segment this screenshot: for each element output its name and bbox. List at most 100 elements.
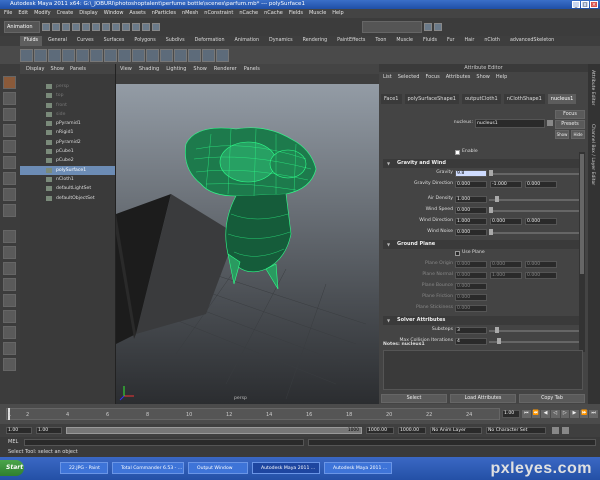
layout-render-icon[interactable] bbox=[3, 342, 16, 355]
wind-noise-field[interactable]: 0.000 bbox=[455, 229, 487, 236]
goto-output-icon[interactable] bbox=[547, 120, 553, 126]
shelf-tab-painteffects[interactable]: PaintEffects bbox=[333, 36, 369, 46]
ae-menu-selected[interactable]: Selected bbox=[398, 72, 420, 82]
side-tab-attribute-editor[interactable]: Attribute Editor bbox=[590, 70, 595, 105]
go-to-start-icon[interactable]: ⏮ bbox=[522, 410, 531, 418]
notes-textarea[interactable] bbox=[383, 350, 583, 390]
menu-nconstraint[interactable]: nConstraint bbox=[204, 9, 233, 18]
render-icon[interactable] bbox=[132, 23, 140, 31]
wind-direction-x-field[interactable]: 1.000 bbox=[455, 218, 487, 225]
animation-start-field[interactable]: 1.00 bbox=[6, 427, 32, 434]
wind-direction-y-field[interactable]: 0.000 bbox=[490, 218, 522, 225]
shelf-fluid-icon-9[interactable] bbox=[132, 48, 145, 62]
start-button[interactable]: Start bbox=[0, 460, 24, 476]
menu-modify[interactable]: Modify bbox=[34, 9, 51, 18]
viewport-panel[interactable]: View Shading Lighting Show Renderer Pane… bbox=[116, 64, 379, 404]
shelf-fluid-icon-2[interactable] bbox=[34, 48, 47, 62]
shelf-tab-dynamics[interactable]: Dynamics bbox=[265, 36, 297, 46]
shelf-fluid-icon-11[interactable] bbox=[160, 48, 173, 62]
menu-display[interactable]: Display bbox=[79, 9, 97, 18]
shelf-tab-polygons[interactable]: Polygons bbox=[130, 36, 159, 46]
viewport-menu-panels[interactable]: Panels bbox=[244, 64, 260, 74]
character-set-dropdown[interactable]: No Character Set bbox=[486, 427, 546, 434]
shelf-fluid-icon-5[interactable] bbox=[76, 48, 89, 62]
layout-custom-icon[interactable] bbox=[3, 358, 16, 371]
move-tool-icon[interactable] bbox=[3, 124, 16, 137]
shelf-tab-deformation[interactable]: Deformation bbox=[191, 36, 229, 46]
shelf-fluid-icon-8[interactable] bbox=[118, 48, 131, 62]
step-forward-icon[interactable]: ▶ bbox=[570, 410, 579, 418]
taskbar-item-maya-2[interactable]: Autodesk Maya 2011 ... bbox=[324, 462, 392, 474]
shelf-fluid-icon-10[interactable] bbox=[146, 48, 159, 62]
shelf-fluid-icon-12[interactable] bbox=[174, 48, 187, 62]
play-backward-icon[interactable]: ◁ bbox=[550, 410, 560, 418]
playback-end-field[interactable]: 1000.00 bbox=[366, 427, 394, 434]
show-button[interactable]: Show bbox=[555, 130, 569, 139]
plane-origin-x-field[interactable]: 0.000 bbox=[455, 261, 487, 268]
menu-ncache-2[interactable]: nCache bbox=[264, 9, 283, 18]
ae-tab-nclothshape1[interactable]: nClothShape1 bbox=[503, 94, 545, 104]
attribute-editor-scroll-thumb[interactable] bbox=[580, 154, 584, 274]
air-density-field[interactable]: 1.000 bbox=[455, 196, 487, 203]
plane-origin-z-field[interactable]: 0.000 bbox=[525, 261, 557, 268]
range-slider-bar[interactable]: 1000 bbox=[66, 427, 362, 434]
outliner-menu-display[interactable]: Display bbox=[26, 64, 44, 74]
shelf-fluid-icon-7[interactable] bbox=[104, 48, 117, 62]
ae-tab-polysurfaceshape1[interactable]: polySurfaceShape1 bbox=[404, 94, 459, 104]
ae-menu-help[interactable]: Help bbox=[496, 72, 507, 82]
plane-normal-z-field[interactable]: 0.000 bbox=[525, 272, 557, 279]
viewport-menu-show[interactable]: Show bbox=[193, 64, 207, 74]
show-manipulator-icon[interactable] bbox=[3, 204, 16, 217]
menu-edit[interactable]: Edit bbox=[18, 9, 28, 18]
plane-normal-y-field[interactable]: 1.000 bbox=[490, 272, 522, 279]
select-by-component-icon[interactable] bbox=[92, 23, 100, 31]
open-scene-icon[interactable] bbox=[52, 23, 60, 31]
outliner-item[interactable]: defaultObjectSet bbox=[20, 194, 115, 203]
plane-stickiness-field[interactable]: 0.000 bbox=[455, 305, 487, 312]
maximize-button[interactable]: □ bbox=[581, 1, 589, 8]
wind-noise-slider-knob[interactable] bbox=[489, 229, 493, 235]
command-input[interactable] bbox=[24, 439, 304, 446]
channel-box-toggle-icon[interactable] bbox=[424, 23, 432, 31]
paint-select-tool-icon[interactable] bbox=[3, 108, 16, 121]
shelf-tab-hair[interactable]: Hair bbox=[461, 36, 479, 46]
outliner-item[interactable]: defaultLightSet bbox=[20, 184, 115, 193]
shelf-tab-advancedskeleton[interactable]: advancedSkeleton bbox=[506, 36, 558, 46]
menu-fields[interactable]: Fields bbox=[289, 9, 303, 18]
ground-plane-section[interactable]: Ground Plane bbox=[383, 240, 579, 249]
snap-point-icon[interactable] bbox=[122, 23, 130, 31]
ipr-render-icon[interactable] bbox=[142, 23, 150, 31]
taskbar-item-total-commander[interactable]: Total Commander 6.53 - ... bbox=[112, 462, 184, 474]
copy-tab-button[interactable]: Copy Tab bbox=[519, 394, 585, 403]
shelf-tab-muscle[interactable]: Muscle bbox=[392, 36, 417, 46]
shelf-fluid-icon-14[interactable] bbox=[202, 48, 215, 62]
menu-file[interactable]: File bbox=[4, 9, 12, 18]
playback-start-field[interactable]: 1.00 bbox=[36, 427, 62, 434]
shelf-tab-fur[interactable]: Fur bbox=[443, 36, 459, 46]
wind-speed-slider-knob[interactable] bbox=[489, 207, 493, 213]
shelf-fluid-icon-6[interactable] bbox=[90, 48, 103, 62]
outliner-item[interactable]: pPyramid1 bbox=[20, 119, 115, 128]
layout-two-side-icon[interactable] bbox=[3, 262, 16, 275]
snap-curve-icon[interactable] bbox=[112, 23, 120, 31]
ae-menu-focus[interactable]: Focus bbox=[425, 72, 439, 82]
manipulator-tool-icon[interactable] bbox=[3, 172, 16, 185]
wind-speed-field[interactable]: 0.000 bbox=[455, 207, 487, 214]
viewport-menu-renderer[interactable]: Renderer bbox=[214, 64, 237, 74]
air-density-slider[interactable] bbox=[489, 199, 579, 201]
layout-graph-icon[interactable] bbox=[3, 310, 16, 323]
plane-normal-x-field[interactable]: 0.000 bbox=[455, 272, 487, 279]
layout-four-icon[interactable] bbox=[3, 246, 16, 259]
outliner-menu-panels[interactable]: Panels bbox=[70, 64, 86, 74]
soft-mod-tool-icon[interactable] bbox=[3, 188, 16, 201]
focus-button[interactable]: Focus bbox=[555, 110, 585, 119]
plane-origin-y-field[interactable]: 0.000 bbox=[490, 261, 522, 268]
use-plane-checkbox[interactable] bbox=[455, 251, 460, 256]
anim-prefs-icon[interactable] bbox=[562, 427, 569, 434]
viewport-toolbar[interactable] bbox=[116, 74, 379, 84]
outliner-item[interactable]: top bbox=[20, 91, 115, 100]
outliner-item[interactable]: nCloth1 bbox=[20, 175, 115, 184]
ae-tab-nucleus1[interactable]: nucleus1 bbox=[547, 94, 577, 104]
shelf-tab-fluids-2[interactable]: Fluids bbox=[419, 36, 441, 46]
plane-bounce-field[interactable]: 0.000 bbox=[455, 283, 487, 290]
